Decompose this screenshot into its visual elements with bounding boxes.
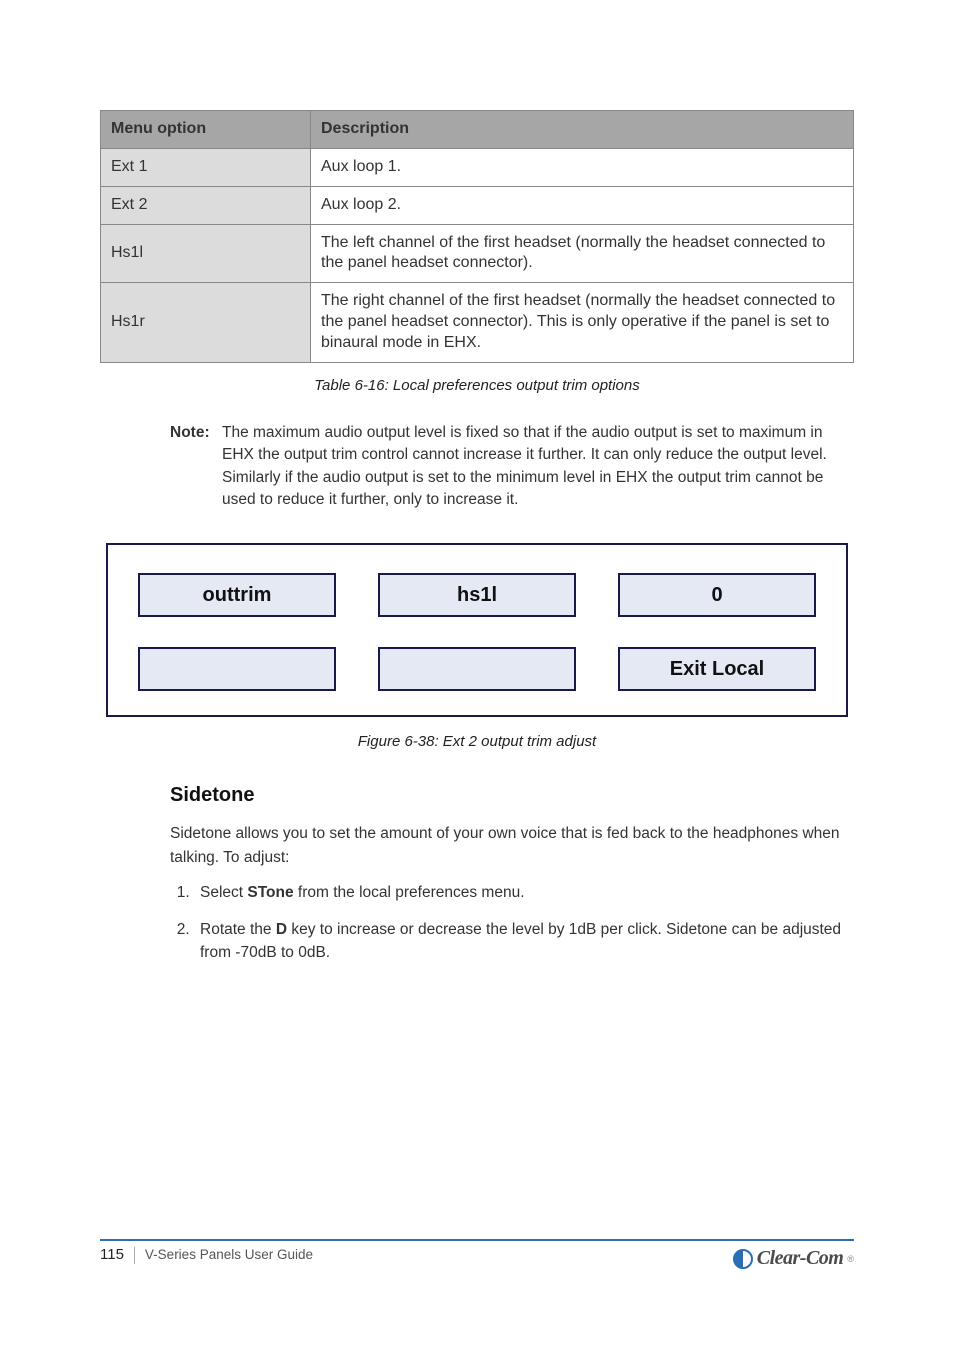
step-item: Select STone from the local preferences … — [194, 881, 848, 904]
cell-value: Aux loop 2. — [311, 186, 854, 224]
options-table: Menu option Description Ext 1 Aux loop 1… — [100, 110, 854, 363]
cell-label: Hs1l — [101, 224, 311, 283]
step-post: key to increase or decrease the level by… — [200, 921, 841, 961]
page-footer: 115 V-Series Panels User Guide Clear-Com… — [100, 1239, 854, 1270]
cell-value: The right channel of the first headset (… — [311, 283, 854, 362]
cell-label: Ext 1 — [101, 149, 311, 187]
sidetone-section: Sidetone Sidetone allows you to set the … — [170, 780, 848, 964]
step-pre: Rotate the — [200, 921, 276, 938]
note-label: Note: — [170, 422, 222, 512]
step-pre: Select — [200, 884, 247, 901]
step-bold: STone — [247, 884, 293, 901]
section-heading: Sidetone — [170, 780, 848, 810]
cell-value: The left channel of the first headset (n… — [311, 224, 854, 283]
cell-label: Ext 2 — [101, 186, 311, 224]
table-header-row: Menu option Description — [101, 111, 854, 149]
figure-caption: Figure 6-38: Ext 2 output trim adjust — [100, 733, 854, 750]
brand-logo: Clear-Com® — [733, 1247, 854, 1270]
menu-display: outtrim hs1l 0 Exit Local — [106, 543, 848, 717]
menu-cell-empty — [138, 647, 336, 691]
table-row: Ext 1 Aux loop 1. — [101, 149, 854, 187]
table-row: Hs1l The left channel of the first heads… — [101, 224, 854, 283]
menu-cell-outtrim: outtrim — [138, 573, 336, 617]
col-header-description: Description — [311, 111, 854, 149]
table-caption: Table 6-16: Local preferences output tri… — [100, 377, 854, 394]
note-text: The maximum audio output level is fixed … — [222, 422, 844, 512]
page-number: 115 — [100, 1247, 135, 1264]
registered-mark: ® — [847, 1254, 854, 1264]
step-bold: D — [276, 921, 287, 938]
section-intro: Sidetone allows you to set the amount of… — [170, 822, 848, 869]
step-item: Rotate the D key to increase or decrease… — [194, 918, 848, 965]
menu-cell-empty — [378, 647, 576, 691]
logo-text: Clear-Com — [757, 1247, 844, 1270]
table-row: Hs1r The right channel of the first head… — [101, 283, 854, 362]
menu-cell-value: 0 — [618, 573, 816, 617]
menu-cell-hs1l: hs1l — [378, 573, 576, 617]
logo-icon — [733, 1249, 753, 1269]
menu-cell-exit-local: Exit Local — [618, 647, 816, 691]
cell-value: Aux loop 1. — [311, 149, 854, 187]
step-post: from the local preferences menu. — [294, 884, 525, 901]
doc-title: V-Series Panels User Guide — [145, 1247, 313, 1264]
col-header-menu-option: Menu option — [101, 111, 311, 149]
cell-label: Hs1r — [101, 283, 311, 362]
note-block: Note: The maximum audio output level is … — [170, 422, 844, 512]
table-row: Ext 2 Aux loop 2. — [101, 186, 854, 224]
